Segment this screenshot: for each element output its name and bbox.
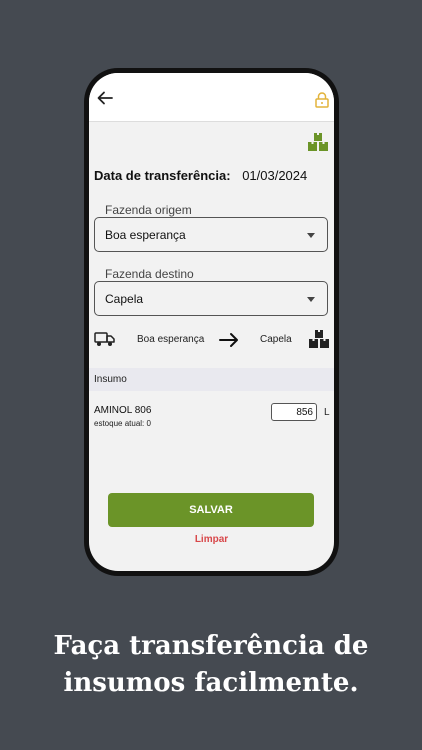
input-item-stock: estoque atual: 0 [94,419,151,428]
quantity-input[interactable] [271,403,317,421]
transfer-route: Boa esperança Capela [94,329,329,351]
input-item-name: AMINOL 806 [94,405,152,416]
arrow-left-icon[interactable] [97,91,113,105]
promo-caption: Faça transferência de insumos facilmente… [0,628,422,702]
caption-line-1: Faça transferência de [53,631,369,661]
transfer-date-row: Data de transferência: 01/03/2024 [94,168,307,183]
route-origin: Boa esperança [137,334,205,345]
boxes-icon[interactable] [308,133,328,151]
origin-farm-value: Boa esperança [105,228,186,242]
transfer-date-value[interactable]: 01/03/2024 [242,168,307,183]
transfer-date-label: Data de transferência: [94,168,231,183]
destination-farm-select[interactable]: Capela [94,281,328,316]
top-app-bar [89,73,334,122]
app-screen: Data de transferência: 01/03/2024 Fazend… [89,73,334,571]
clear-link[interactable]: Limpar [89,534,334,545]
route-destination: Capela [260,334,292,345]
boxes-icon [309,330,329,348]
inputs-section-header: Insumo [89,368,334,391]
destination-farm-label: Fazenda destino [105,267,194,281]
lock-icon[interactable] [315,92,329,108]
phone-frame: Data de transferência: 01/03/2024 Fazend… [84,68,339,576]
destination-farm-value: Capela [105,292,144,306]
quantity-unit: L [324,407,330,418]
save-button[interactable]: SALVAR [108,493,314,527]
inputs-section-title: Insumo [94,374,127,385]
truck-icon [94,332,115,346]
caption-line-2: insumos facilmente. [63,668,359,698]
arrow-right-icon [219,333,238,347]
origin-farm-select[interactable]: Boa esperança [94,217,328,252]
chevron-down-icon [307,297,315,302]
origin-farm-label: Fazenda origem [105,203,192,217]
chevron-down-icon [307,233,315,238]
